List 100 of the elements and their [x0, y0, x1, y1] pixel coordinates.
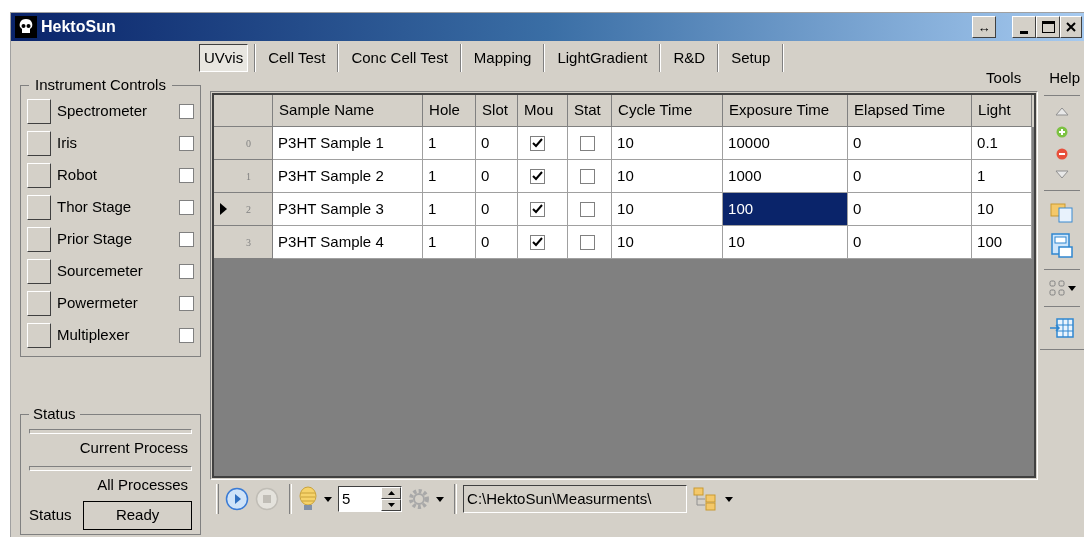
table-cell: 1: [972, 160, 1033, 193]
down-arrow-icon: [387, 503, 395, 507]
window-title: HektoSun: [41, 17, 116, 37]
minimize-button[interactable]: [1012, 16, 1036, 38]
spin-field[interactable]: 5: [338, 486, 403, 512]
table-cell: 1: [423, 127, 477, 160]
add-icon[interactable]: [1056, 126, 1068, 138]
tab[interactable]: Cell Test: [256, 44, 338, 72]
table-cell: P3HT Sample 1: [273, 127, 424, 160]
checkbox[interactable]: [530, 168, 546, 184]
checkbox[interactable]: [530, 135, 546, 151]
status-label: Status: [29, 505, 73, 526]
grid-view-icon[interactable]: [1048, 280, 1065, 296]
table-cell: 0: [476, 193, 519, 226]
import-table-icon[interactable]: [1049, 317, 1075, 339]
table-cell: 10: [612, 226, 724, 259]
table-cell: 1: [423, 193, 477, 226]
row-number: 1: [246, 169, 252, 184]
tab[interactable]: Conc Cell Test: [339, 44, 460, 72]
table-cell: 1: [423, 226, 477, 259]
table-cell: 0: [476, 226, 519, 259]
instrument-button[interactable]: [27, 258, 51, 284]
tab[interactable]: Mapping: [461, 44, 544, 72]
checkbox[interactable]: [179, 295, 195, 311]
table-cell: 10: [612, 160, 724, 193]
caret-icon: [1067, 285, 1076, 291]
caret-icon: [324, 496, 333, 502]
instrument-button[interactable]: [27, 322, 51, 348]
current-row-icon: [220, 203, 228, 215]
checkbox[interactable]: [179, 103, 195, 119]
remove-icon[interactable]: [1056, 148, 1068, 160]
checkbox[interactable]: [580, 135, 596, 151]
instrument-label: Multiplexer: [57, 324, 131, 345]
progress-label: All Processes: [97, 476, 189, 494]
instrument-label: Powermeter: [57, 292, 139, 313]
instrument-button[interactable]: [27, 194, 51, 220]
progress-label: Current Process: [79, 439, 189, 457]
table-cell: 0: [848, 160, 973, 193]
table-cell: 0: [848, 193, 973, 226]
table-cell: 10: [612, 127, 724, 160]
table-cell: 1: [423, 160, 477, 193]
checkbox[interactable]: [179, 199, 195, 215]
table-cell: 0: [848, 226, 973, 259]
checkbox[interactable]: [580, 234, 596, 250]
checkbox[interactable]: [530, 201, 546, 217]
move-down-icon[interactable]: [1055, 170, 1069, 180]
tab[interactable]: R&D: [661, 44, 718, 72]
table-cell: 10000: [723, 127, 849, 160]
instrument-label: Robot: [57, 164, 99, 185]
checkbox[interactable]: [179, 167, 195, 183]
menu-item[interactable]: Tools: [986, 67, 1022, 90]
checkbox[interactable]: [530, 234, 546, 250]
up-arrow-icon: [387, 491, 395, 495]
table-cell: 0: [848, 127, 973, 160]
checkbox[interactable]: [179, 263, 195, 279]
instrument-label: Spectrometer: [57, 100, 149, 121]
tab[interactable]: Setup: [719, 44, 783, 72]
table-cell: 0: [476, 127, 519, 160]
close-button[interactable]: [1060, 16, 1082, 38]
tab[interactable]: LightGradient: [545, 44, 660, 72]
instrument-label: Prior Stage: [57, 228, 134, 249]
play-icon[interactable]: [225, 487, 250, 511]
table-cell: 0.1: [972, 127, 1033, 160]
caret-icon: [725, 496, 734, 502]
instrument-button[interactable]: [27, 98, 51, 124]
table-cell: P3HT Sample 2: [273, 160, 424, 193]
checkbox[interactable]: [179, 135, 195, 151]
table-cell: P3HT Sample 4: [273, 226, 424, 259]
save-icon[interactable]: [1050, 233, 1074, 259]
resize-button[interactable]: ↔: [972, 16, 996, 38]
instrument-label: Iris: [57, 132, 78, 153]
table-cell: 10: [972, 193, 1033, 226]
checkbox[interactable]: [179, 327, 195, 343]
light-bulb-icon[interactable]: [298, 486, 319, 512]
move-up-icon[interactable]: [1055, 106, 1069, 116]
table-cell: 10: [723, 226, 849, 259]
instrument-button[interactable]: [27, 226, 51, 252]
instrument-label: Thor Stage: [57, 196, 133, 217]
table-cell: P3HT Sample 3: [273, 193, 424, 226]
close-icon: [1065, 21, 1077, 33]
caret-icon: [436, 496, 445, 502]
row-number: 2: [246, 202, 252, 217]
maximize-button[interactable]: [1036, 16, 1060, 38]
menu-item[interactable]: Help: [1049, 67, 1080, 90]
table-cell: 0: [476, 160, 519, 193]
row-number: 3: [246, 235, 252, 250]
instrument-button[interactable]: [27, 130, 51, 156]
instrument-label: Sourcemeter: [57, 260, 144, 281]
table-cell: 100: [972, 226, 1033, 259]
instrument-button[interactable]: [27, 290, 51, 316]
checkbox[interactable]: [179, 231, 195, 247]
instrument-button[interactable]: [27, 162, 51, 188]
checkbox[interactable]: [580, 201, 596, 217]
skull-icon: [15, 16, 37, 38]
table-cell: 10: [612, 193, 724, 226]
table-cell: 100: [723, 193, 849, 226]
tab[interactable]: UVvis: [199, 44, 249, 72]
folder-document-icon[interactable]: [1050, 201, 1074, 223]
checkbox[interactable]: [580, 168, 596, 184]
path-field[interactable]: C:\HektoSun\Measurments\: [463, 485, 688, 513]
